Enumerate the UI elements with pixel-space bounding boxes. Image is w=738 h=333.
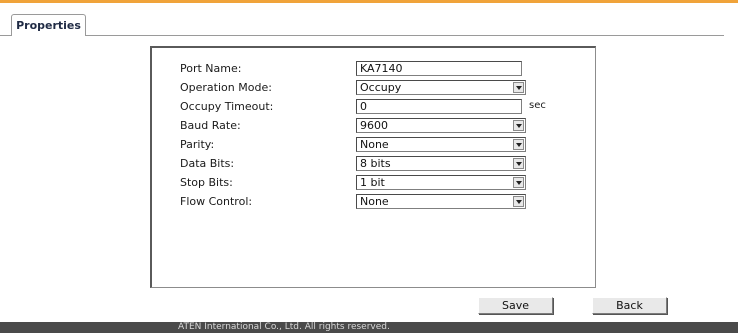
chevron-down-icon[interactable] <box>513 177 524 188</box>
operation-mode-select[interactable]: Occupy <box>356 80 526 95</box>
stop-bits-label: Stop Bits: <box>180 176 233 189</box>
parity-value: None <box>360 138 389 151</box>
field-row-data-bits: Data Bits: 8 bits <box>152 156 595 172</box>
field-row-baud-rate: Baud Rate: 9600 <box>152 118 595 134</box>
operation-mode-label: Operation Mode: <box>180 81 272 94</box>
field-row-flow-control: Flow Control: None <box>152 194 595 210</box>
field-row-operation-mode: Operation Mode: Occupy <box>152 80 595 96</box>
operation-mode-value: Occupy <box>360 81 402 94</box>
parity-label: Parity: <box>180 138 215 151</box>
occupy-timeout-unit: sec <box>529 100 546 111</box>
port-name-label: Port Name: <box>180 62 242 75</box>
copyright-text: ATEN International Co., Ltd. All rights … <box>178 322 390 332</box>
chevron-down-icon[interactable] <box>513 196 524 207</box>
tab-properties[interactable]: Properties <box>11 14 86 36</box>
flow-control-select[interactable]: None <box>356 194 526 209</box>
field-row-port-name: Port Name: <box>152 61 595 77</box>
tab-baseline-left <box>0 35 11 36</box>
footer-bar: ATEN International Co., Ltd. All rights … <box>0 322 738 333</box>
field-row-parity: Parity: None <box>152 137 595 153</box>
parity-select[interactable]: None <box>356 137 526 152</box>
back-button[interactable]: Back <box>592 297 667 314</box>
properties-panel: Port Name: Operation Mode: Occupy Occupy… <box>150 46 596 288</box>
stop-bits-value: 1 bit <box>360 176 385 189</box>
data-bits-label: Data Bits: <box>180 157 235 170</box>
baud-rate-select[interactable]: 9600 <box>356 118 526 133</box>
baud-rate-label: Baud Rate: <box>180 119 241 132</box>
chevron-down-icon[interactable] <box>513 82 524 93</box>
stop-bits-select[interactable]: 1 bit <box>356 175 526 190</box>
tab-properties-label: Properties <box>16 19 81 32</box>
baud-rate-value: 9600 <box>360 119 388 132</box>
data-bits-select[interactable]: 8 bits <box>356 156 526 171</box>
chevron-down-icon[interactable] <box>513 139 524 150</box>
occupy-timeout-input[interactable] <box>356 99 522 114</box>
occupy-timeout-label: Occupy Timeout: <box>180 100 274 113</box>
port-name-input[interactable] <box>356 61 522 76</box>
chevron-down-icon[interactable] <box>513 158 524 169</box>
flow-control-label: Flow Control: <box>180 195 253 208</box>
field-row-stop-bits: Stop Bits: 1 bit <box>152 175 595 191</box>
tab-baseline <box>86 35 724 36</box>
save-button[interactable]: Save <box>478 297 553 314</box>
data-bits-value: 8 bits <box>360 157 391 170</box>
top-accent-line <box>0 0 738 3</box>
flow-control-value: None <box>360 195 389 208</box>
field-row-occupy-timeout: Occupy Timeout: sec <box>152 99 595 115</box>
chevron-down-icon[interactable] <box>513 120 524 131</box>
